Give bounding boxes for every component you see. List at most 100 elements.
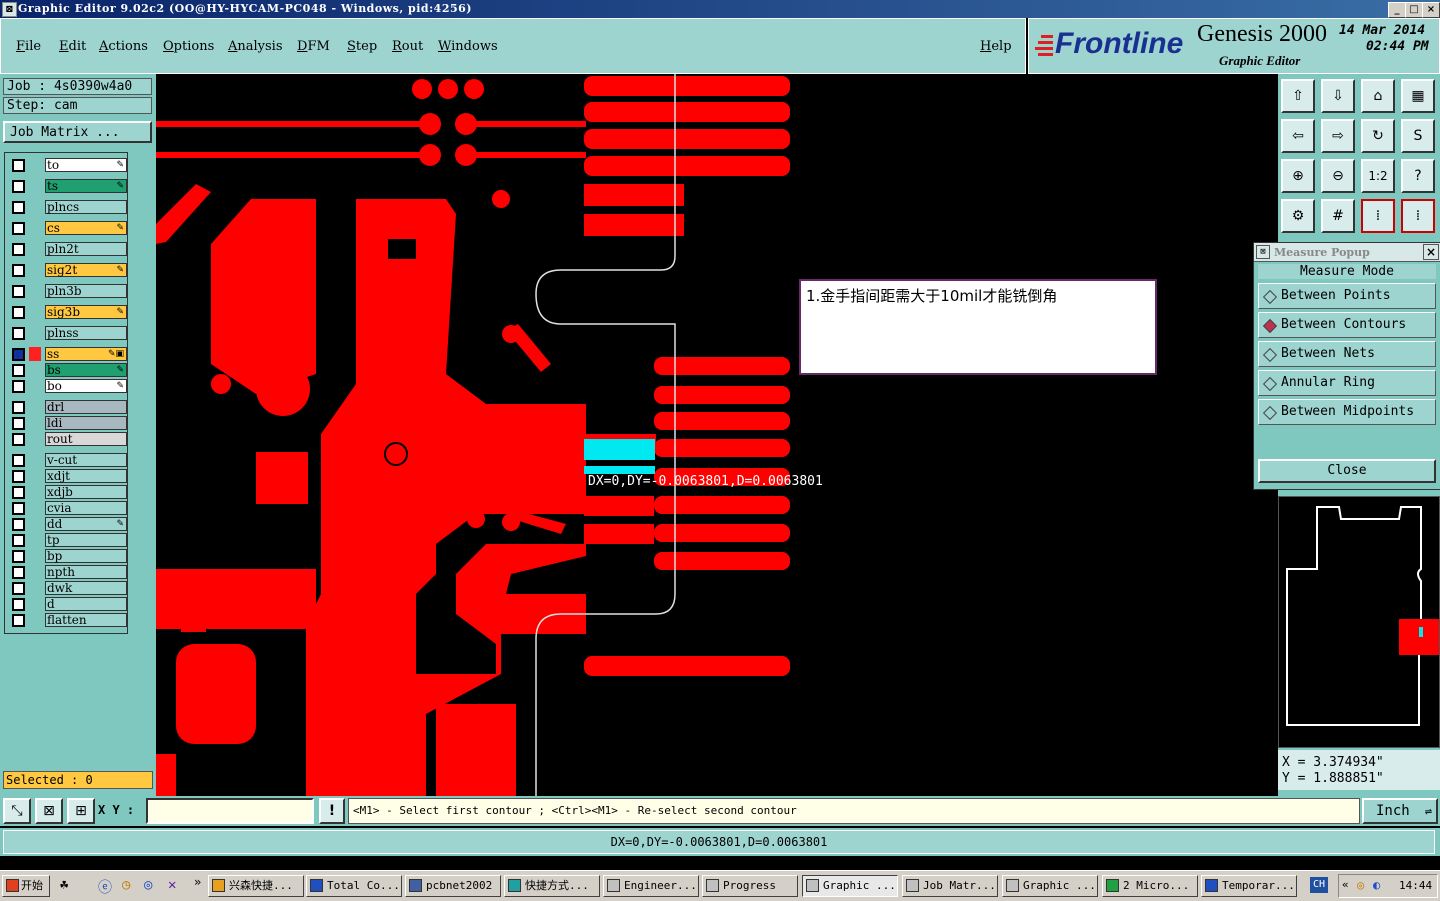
grid-toggle-icon[interactable]: ⊞ bbox=[67, 798, 95, 824]
window-icon[interactable]: ▦ bbox=[1401, 79, 1435, 113]
layer-name[interactable]: cvia bbox=[45, 501, 127, 515]
task-item[interactable]: Graphic ... bbox=[1002, 875, 1098, 897]
layer-checkbox[interactable] bbox=[12, 243, 25, 256]
layer-name[interactable]: bo ✎ bbox=[45, 379, 127, 393]
measure-close-button[interactable]: Close bbox=[1258, 459, 1436, 483]
layer-checkbox[interactable] bbox=[12, 502, 25, 515]
layer-row[interactable]: cs ✎ bbox=[9, 221, 127, 235]
layer-checkbox[interactable] bbox=[12, 401, 25, 414]
layer-checkbox[interactable] bbox=[12, 582, 25, 595]
explorer-icon[interactable]: ◎ bbox=[144, 877, 152, 893]
rotate-icon[interactable]: ↻ bbox=[1361, 119, 1395, 153]
layer-row[interactable]: bp bbox=[9, 549, 127, 563]
alert-icon[interactable]: ! bbox=[319, 798, 345, 824]
layer-name[interactable]: sig3b ✎ bbox=[45, 305, 127, 319]
layer-checkbox[interactable] bbox=[12, 417, 25, 430]
overview-map[interactable] bbox=[1278, 496, 1440, 748]
ime-indicator[interactable]: CH bbox=[1310, 877, 1328, 893]
layer-checkbox[interactable] bbox=[12, 159, 25, 172]
layer-name[interactable]: v-cut bbox=[45, 453, 127, 467]
layer-name[interactable]: npth bbox=[45, 565, 127, 579]
start-button[interactable]: 开始 bbox=[2, 875, 50, 897]
task-item[interactable]: pcbnet2002 bbox=[405, 875, 501, 897]
measure-popup-titlebar[interactable]: ⊠ Measure Popup × bbox=[1254, 243, 1440, 262]
tray-expand-icon[interactable]: « bbox=[1342, 878, 1349, 891]
more-icon[interactable]: » bbox=[194, 875, 201, 889]
layer-row[interactable]: xdjb bbox=[9, 485, 127, 499]
task-item[interactable]: Job Matr... bbox=[902, 875, 998, 897]
layer-row[interactable]: ldi bbox=[9, 416, 127, 430]
layer-name[interactable]: ldi bbox=[45, 416, 127, 430]
menu-dfm[interactable]: DFM bbox=[297, 39, 330, 54]
home-icon[interactable]: ⌂ bbox=[1361, 79, 1395, 113]
layer-checkbox[interactable] bbox=[12, 433, 25, 446]
menu-step[interactable]: Step bbox=[347, 39, 377, 54]
task-item[interactable]: Engineer... bbox=[603, 875, 699, 897]
task-item[interactable]: Progress bbox=[702, 875, 798, 897]
layer-name[interactable]: cs ✎ bbox=[45, 221, 127, 235]
layer-checkbox[interactable] bbox=[12, 518, 25, 531]
layer-row[interactable]: npth bbox=[9, 565, 127, 579]
option-between-nets[interactable]: Between Nets bbox=[1258, 341, 1436, 367]
option-between-contours[interactable]: Between Contours bbox=[1258, 312, 1436, 338]
layer-checkbox[interactable] bbox=[12, 327, 25, 340]
menu-edit[interactable]: Edit bbox=[59, 39, 86, 54]
layer-name[interactable]: to ✎ bbox=[45, 158, 127, 172]
menu-actions[interactable]: Actions bbox=[99, 39, 148, 54]
layer-row[interactable]: tp bbox=[9, 533, 127, 547]
pan-left-icon[interactable]: ⇦ bbox=[1281, 119, 1315, 153]
clock-app-icon[interactable]: ◷ bbox=[122, 877, 130, 893]
layer-row[interactable]: drl bbox=[9, 400, 127, 414]
layer-checkbox[interactable] bbox=[12, 614, 25, 627]
layer-row[interactable]: v-cut bbox=[9, 453, 127, 467]
layer-name[interactable]: tp bbox=[45, 533, 127, 547]
layer-name[interactable]: xdjb bbox=[45, 485, 127, 499]
layer-checkbox[interactable] bbox=[12, 306, 25, 319]
menu-file[interactable]: File bbox=[16, 39, 41, 54]
job-matrix-button[interactable]: Job Matrix ... bbox=[3, 121, 152, 143]
layer-row[interactable]: ss ✎▣ bbox=[9, 347, 127, 361]
layer-row[interactable]: sig2t ✎ bbox=[9, 263, 127, 277]
tray-icon[interactable]: ◐ bbox=[1373, 878, 1380, 892]
layer-checkbox[interactable] bbox=[12, 454, 25, 467]
tray-icon[interactable]: ◎ bbox=[1357, 878, 1364, 892]
task-item[interactable]: Temporar... bbox=[1201, 875, 1297, 897]
zoom-home-icon[interactable]: ⇧ bbox=[1281, 79, 1315, 113]
zoom-area-icon[interactable]: ⊠ bbox=[35, 798, 63, 824]
graphic-canvas[interactable]: DX=0,DY=-0.0063801,D=0.0063801 1.金手指间距需大… bbox=[156, 74, 1278, 796]
layer-checkbox[interactable] bbox=[12, 285, 25, 298]
menu-windows[interactable]: Windows bbox=[438, 39, 498, 54]
layer-row[interactable]: dwk bbox=[9, 581, 127, 595]
layer-checkbox[interactable] bbox=[12, 364, 25, 377]
task-item[interactable]: Total Co... bbox=[306, 875, 402, 897]
menu-rout[interactable]: Rout bbox=[392, 39, 423, 54]
layer-name[interactable]: bs ✎ bbox=[45, 363, 127, 377]
x-app-icon[interactable]: ✕ bbox=[168, 877, 176, 893]
layer-row[interactable]: cvia bbox=[9, 501, 127, 515]
layer-row[interactable]: plnss bbox=[9, 326, 127, 340]
layer-name[interactable]: plncs bbox=[45, 200, 127, 214]
layer-row[interactable]: sig3b ✎ bbox=[9, 305, 127, 319]
layer-row[interactable]: bo ✎ bbox=[9, 379, 127, 393]
layer-name[interactable]: pln3b bbox=[45, 284, 127, 298]
layer-checkbox[interactable] bbox=[12, 470, 25, 483]
layer-row[interactable]: to ✎ bbox=[9, 158, 127, 172]
layer-name[interactable]: dwk bbox=[45, 581, 127, 595]
net-select-icon[interactable]: ⁞ bbox=[1401, 199, 1435, 233]
layer-row[interactable]: ts ✎ bbox=[9, 179, 127, 193]
layer-checkbox[interactable] bbox=[12, 180, 25, 193]
layer-row[interactable]: xdjt bbox=[9, 469, 127, 483]
layer-name[interactable]: dd ✎ bbox=[45, 517, 127, 531]
layer-name[interactable]: rout bbox=[45, 432, 127, 446]
close-window-button[interactable]: × bbox=[1422, 2, 1440, 18]
layer-name[interactable]: xdjt bbox=[45, 469, 127, 483]
layer-row[interactable]: pln2t bbox=[9, 242, 127, 256]
layer-checkbox[interactable] bbox=[12, 550, 25, 563]
tools-icon[interactable]: ⚙ bbox=[1281, 199, 1315, 233]
units-select[interactable]: Inch ⇌ bbox=[1362, 798, 1438, 824]
layer-row[interactable]: flatten bbox=[9, 613, 127, 627]
maximize-button[interactable]: □ bbox=[1405, 2, 1423, 18]
layer-checkbox[interactable] bbox=[12, 348, 25, 361]
task-item-active[interactable]: Graphic ... bbox=[802, 875, 898, 897]
layer-checkbox[interactable] bbox=[12, 201, 25, 214]
